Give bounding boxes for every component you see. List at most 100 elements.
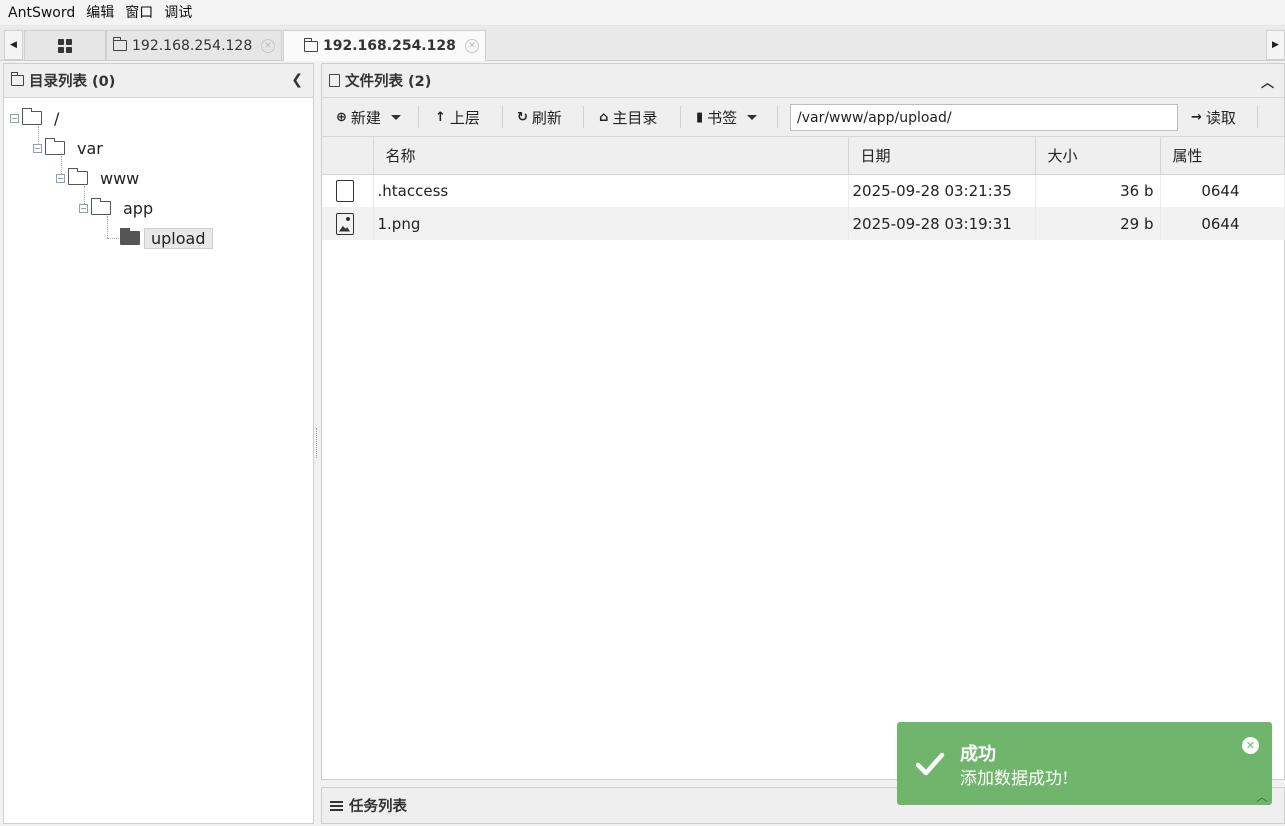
collapse-left-icon[interactable]: ❮ (291, 72, 303, 88)
file-name: .htaccess (373, 174, 849, 207)
folder-icon (11, 72, 24, 86)
column-date[interactable]: 日期 (848, 137, 1036, 175)
menu-window[interactable]: 窗口 (121, 1, 157, 25)
menu-antsword[interactable]: AntSword (4, 1, 79, 25)
home-icon: ⌂ (599, 109, 609, 125)
file-size: 36 b (1035, 174, 1161, 207)
directory-panel-header: 目录列表 (0) ❮ (4, 64, 313, 98)
file-table-header: 名称 日期 大小 属性 (322, 137, 1285, 175)
file-date: 2025-09-28 03:21:35 (848, 174, 1036, 207)
file-panel-title: 文件列表 (2) (345, 74, 432, 90)
file-icon-cell (322, 207, 374, 240)
bookmark-icon: ▮ (696, 109, 704, 125)
new-button-label: 新建 (350, 108, 381, 127)
folder-icon (45, 138, 65, 155)
tree-node-var[interactable]: − var (33, 136, 103, 160)
tree-node-upload[interactable]: upload (120, 226, 213, 250)
refresh-button[interactable]: ↻ 刷新 (517, 98, 562, 136)
arrow-right-icon: → (1191, 109, 1202, 125)
tab-label: 192.168.254.128 (323, 38, 456, 54)
directory-tree: − / − var − www − app upload (4, 98, 313, 798)
file-toolbar: ⊕ 新建 ↑ 上层 ↻ 刷新 ⌂ 主目录 ▮ 书签 → 读取 (322, 98, 1284, 137)
file-attr: 0644 (1160, 174, 1285, 207)
collapse-node-icon[interactable]: − (56, 173, 65, 183)
file-icon (336, 179, 354, 202)
tab-home[interactable] (24, 30, 106, 60)
tree-node-label: / (54, 108, 60, 128)
file-table: 名称 日期 大小 属性 .htaccess 2025-09-28 03:21:3… (322, 137, 1285, 240)
tab-scroll-left-button[interactable]: ◀ (4, 30, 23, 60)
arrow-up-icon: ↑ (435, 109, 446, 125)
toast-title: 成功 (960, 744, 996, 765)
new-button[interactable]: ⊕ 新建 (336, 98, 401, 136)
folder-icon (22, 108, 42, 125)
table-row[interactable]: 1.png 2025-09-28 03:19:31 29 b 0644 (322, 207, 1285, 240)
collapse-up-icon[interactable]: ︿ (1261, 72, 1274, 91)
tab-shell-1[interactable]: 192.168.254.128 ✕ (106, 30, 282, 60)
menu-bar: AntSword 编辑 窗口 调试 (0, 0, 1285, 26)
tab-label: 192.168.254.128 (132, 37, 253, 54)
directory-panel: 目录列表 (0) ❮ − / − var − www − app upload (3, 63, 314, 824)
bookmark-label: 书签 (707, 108, 738, 127)
grid-icon (58, 38, 72, 53)
read-button[interactable]: → 读取 (1191, 98, 1236, 136)
tree-node-label: var (77, 138, 103, 158)
panel-splitter[interactable] (314, 63, 321, 824)
file-icon (329, 74, 340, 87)
tree-node-root[interactable]: − / (10, 106, 59, 130)
dropdown-caret-icon (747, 114, 758, 120)
expand-up-icon[interactable]: ︿ (1256, 788, 1268, 805)
tab-bar: ◀ 192.168.254.128 ✕ 192.168.254.128 ✕ ▶ (0, 27, 1285, 61)
file-name: 1.png (373, 207, 849, 240)
refresh-icon: ↻ (517, 109, 528, 125)
refresh-label: 刷新 (531, 108, 562, 127)
home-dir-button[interactable]: ⌂ 主目录 (599, 98, 657, 136)
read-label: 读取 (1205, 108, 1236, 127)
tree-node-www[interactable]: − www (56, 166, 139, 190)
path-input[interactable] (790, 104, 1178, 131)
task-panel-title: 任务列表 (349, 799, 407, 815)
directory-panel-title: 目录列表 (0) (29, 74, 116, 90)
tab-close-icon[interactable]: ✕ (465, 39, 479, 53)
table-row[interactable]: .htaccess 2025-09-28 03:21:35 36 b 0644 (322, 174, 1285, 207)
collapse-node-icon[interactable]: − (10, 113, 19, 123)
tree-node-app[interactable]: − app (79, 196, 153, 220)
list-icon (330, 800, 343, 811)
file-size: 29 b (1035, 207, 1161, 240)
splitter-grip-icon (316, 428, 318, 458)
file-icon-cell (322, 174, 374, 207)
file-panel-header: 文件列表 (2) ︿ (322, 64, 1284, 98)
toast-message: 添加数据成功! (960, 769, 1069, 789)
tab-scroll-right-button[interactable]: ▶ (1266, 30, 1285, 60)
checkmark-icon (915, 752, 945, 776)
bookmark-button[interactable]: ▮ 书签 (696, 98, 758, 136)
tree-node-label-selected: upload (144, 227, 213, 249)
folder-icon (68, 168, 88, 185)
column-attr[interactable]: 属性 (1160, 137, 1285, 175)
file-panel: 文件列表 (2) ︿ ⊕ 新建 ↑ 上层 ↻ 刷新 ⌂ 主目录 ▮ 书签 /va… (321, 63, 1285, 780)
tab-shell-2-active[interactable]: 192.168.254.128 ✕ (283, 30, 486, 61)
folder-icon (91, 198, 111, 215)
file-date: 2025-09-28 03:19:31 (848, 207, 1036, 240)
file-attr: 0644 (1160, 207, 1285, 240)
column-size[interactable]: 大小 (1035, 137, 1161, 175)
dropdown-caret-icon (390, 114, 401, 120)
menu-debug[interactable]: 调试 (160, 1, 196, 25)
plus-circle-icon: ⊕ (336, 109, 347, 125)
menu-edit[interactable]: 编辑 (82, 1, 118, 25)
folder-filled-icon (120, 228, 140, 245)
up-level-label: 上层 (449, 108, 480, 127)
toast-close-icon[interactable]: ✕ (1242, 737, 1259, 754)
column-icon[interactable] (322, 137, 374, 175)
collapse-node-icon[interactable]: − (33, 143, 42, 153)
up-level-button[interactable]: ↑ 上层 (435, 98, 480, 136)
folder-icon (304, 37, 318, 52)
collapse-node-icon[interactable]: − (79, 203, 88, 213)
folder-icon (113, 37, 127, 51)
home-dir-label: 主目录 (612, 108, 658, 127)
image-file-icon (336, 212, 354, 235)
success-toast: 成功 添加数据成功! ✕ ︿ (897, 722, 1272, 805)
tree-node-label: www (100, 168, 140, 188)
tab-close-icon[interactable]: ✕ (261, 39, 275, 53)
column-name[interactable]: 名称 (373, 137, 849, 175)
